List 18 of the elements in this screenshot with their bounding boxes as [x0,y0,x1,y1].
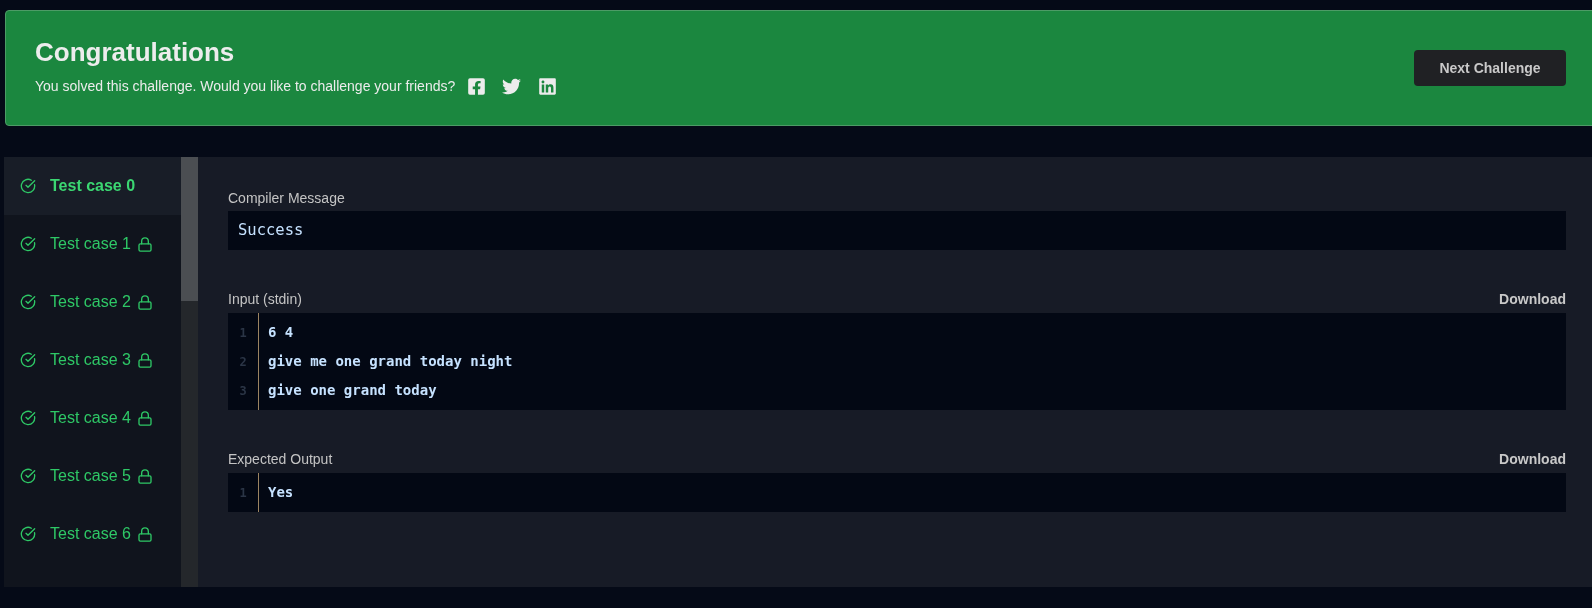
facebook-icon[interactable] [467,76,487,96]
banner-title: Congratulations [35,36,236,68]
code-line: give one grand today [268,381,437,400]
code-line: Yes [268,483,294,502]
compiler-message-output: Success [228,211,1566,250]
scrollbar-thumb[interactable] [181,157,198,301]
banner-message: You solved this challenge. Would you like to challenge your friends? [35,77,456,96]
code-line: give me one grand today night [268,352,513,371]
test-case-tab[interactable]: Test case 0 [4,157,181,215]
twitter-icon[interactable] [502,76,522,96]
code-line: 6 4 [268,323,294,342]
download-link[interactable]: Download [1499,450,1566,468]
section-label: Expected Output [228,450,333,468]
download-link[interactable]: Download [1499,290,1566,308]
section-label: Input (stdin) [228,290,302,308]
next-challenge-button[interactable]: Next Challenge [1414,50,1566,86]
linkedin-icon[interactable] [538,76,558,96]
section-label: Compiler Message [228,189,346,207]
